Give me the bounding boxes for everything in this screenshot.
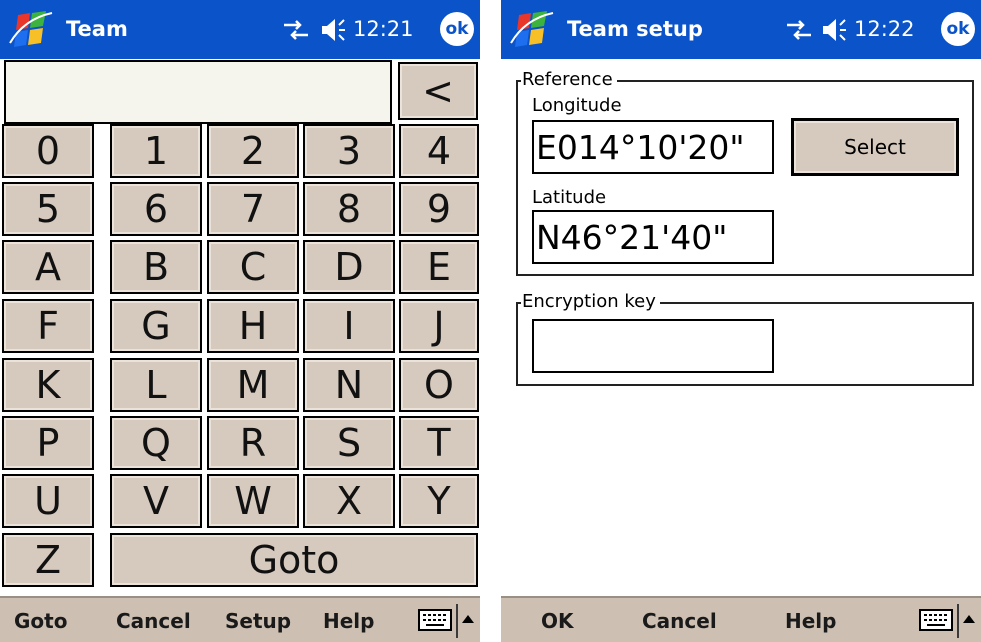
key-7[interactable]: 7 <box>207 182 299 236</box>
chevron-up-icon[interactable] <box>461 612 475 626</box>
menu-separator <box>456 604 458 638</box>
key-6[interactable]: 6 <box>110 182 202 236</box>
reference-group: Reference Longitude E014°10'20" Select L… <box>516 68 974 276</box>
menu-goto[interactable]: Goto <box>14 608 67 634</box>
title-bar: Team setup 12:22 ok <box>501 0 981 59</box>
encryption-key-field[interactable] <box>532 319 774 373</box>
chevron-up-icon[interactable] <box>962 612 976 626</box>
key-0[interactable]: 0 <box>2 124 94 178</box>
key-v[interactable]: V <box>110 474 202 528</box>
key-z[interactable]: Z <box>2 533 94 587</box>
key-n[interactable]: N <box>303 358 395 412</box>
key-o[interactable]: O <box>399 358 479 412</box>
windows-start-icon[interactable] <box>6 5 56 55</box>
key-8[interactable]: 8 <box>303 182 395 236</box>
entry-display[interactable] <box>4 60 392 124</box>
latitude-label: Latitude <box>532 187 607 208</box>
clock[interactable]: 12:21 <box>353 15 414 43</box>
key-g[interactable]: G <box>110 299 202 353</box>
key-p[interactable]: P <box>2 416 94 470</box>
key-j[interactable]: J <box>399 299 479 353</box>
key-e[interactable]: E <box>399 240 479 294</box>
menu-setup[interactable]: Setup <box>225 608 291 634</box>
key-s[interactable]: S <box>303 416 395 470</box>
key-q[interactable]: Q <box>110 416 202 470</box>
key-3[interactable]: 3 <box>303 124 395 178</box>
keyboard-icon[interactable] <box>919 608 953 632</box>
key-x[interactable]: X <box>303 474 395 528</box>
key-i[interactable]: I <box>303 299 395 353</box>
backspace-key[interactable]: < <box>398 62 478 120</box>
ok-button[interactable]: ok <box>440 12 474 46</box>
title-bar: Team 12:21 ok <box>0 0 480 59</box>
key-u[interactable]: U <box>2 474 94 528</box>
menu-cancel[interactable]: Cancel <box>116 608 191 634</box>
longitude-label: Longitude <box>532 95 622 116</box>
key-y[interactable]: Y <box>399 474 479 528</box>
key-c[interactable]: C <box>207 240 299 294</box>
ok-button[interactable]: ok <box>941 12 975 46</box>
connectivity-icon[interactable] <box>785 18 813 42</box>
key-l[interactable]: L <box>110 358 202 412</box>
clock[interactable]: 12:22 <box>854 15 915 43</box>
key-h[interactable]: H <box>207 299 299 353</box>
volume-icon[interactable] <box>320 16 346 44</box>
menu-cancel[interactable]: Cancel <box>642 608 717 634</box>
encryption-group: Encryption key <box>516 290 974 386</box>
windows-start-icon[interactable] <box>507 5 557 55</box>
goto-key[interactable]: Goto <box>110 533 478 587</box>
key-4[interactable]: 4 <box>399 124 479 178</box>
menu-bar: Goto Cancel Setup Help <box>0 596 480 642</box>
keyboard-icon[interactable] <box>418 608 452 632</box>
encryption-group-label: Encryption key <box>521 290 660 314</box>
menu-bar: OK Cancel Help <box>501 596 981 642</box>
key-b[interactable]: B <box>110 240 202 294</box>
key-w[interactable]: W <box>207 474 299 528</box>
key-2[interactable]: 2 <box>207 124 299 178</box>
window-title: Team setup <box>567 17 703 41</box>
team-setup-screen: Team setup 12:22 ok Reference Longitude … <box>501 0 981 642</box>
menu-ok[interactable]: OK <box>541 608 574 634</box>
longitude-field[interactable]: E014°10'20" <box>532 120 774 174</box>
menu-separator <box>957 604 959 638</box>
menu-help[interactable]: Help <box>785 608 836 634</box>
window-title: Team <box>66 17 128 41</box>
key-5[interactable]: 5 <box>2 182 94 236</box>
key-a[interactable]: A <box>2 240 94 294</box>
latitude-field[interactable]: N46°21'40" <box>532 210 774 264</box>
key-d[interactable]: D <box>303 240 395 294</box>
key-f[interactable]: F <box>2 299 94 353</box>
team-keypad-screen: Team 12:21 ok < 01234 56789 ABCDE FGHIJ KLMN… <box>0 0 480 642</box>
key-t[interactable]: T <box>399 416 479 470</box>
key-r[interactable]: R <box>207 416 299 470</box>
key-k[interactable]: K <box>2 358 94 412</box>
reference-group-label: Reference <box>521 68 617 92</box>
menu-help[interactable]: Help <box>323 608 374 634</box>
select-button[interactable]: Select <box>791 118 959 176</box>
connectivity-icon[interactable] <box>282 18 310 42</box>
volume-icon[interactable] <box>821 16 847 44</box>
key-m[interactable]: M <box>207 358 299 412</box>
key-1[interactable]: 1 <box>110 124 202 178</box>
key-9[interactable]: 9 <box>399 182 479 236</box>
